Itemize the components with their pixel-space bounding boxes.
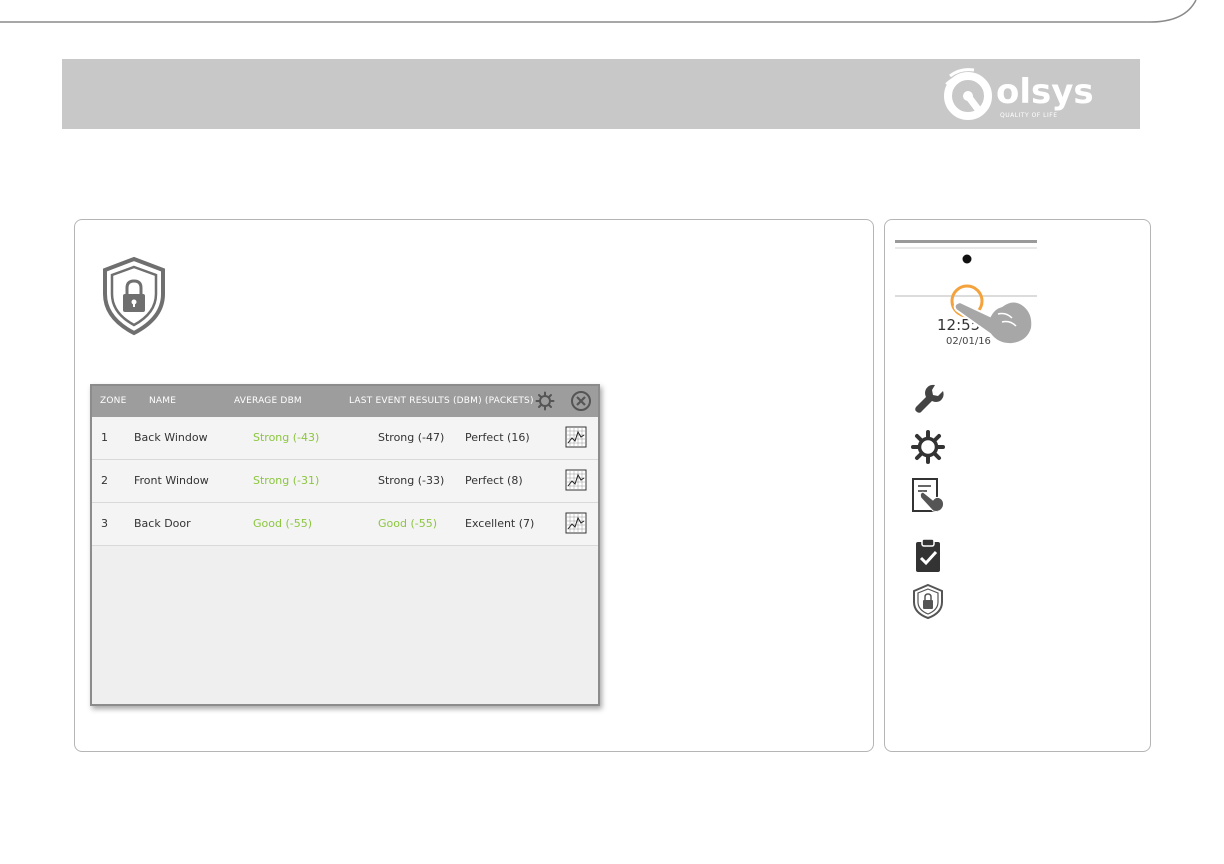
shield-lock-icon [913,583,943,620]
zone-signal-screen: ZONE NAME AVERAGE DBM LAST EVENT RESULTS… [90,384,600,706]
last-event-packets: Excellent (7) [465,517,535,530]
last-event-packets: Perfect (8) [465,474,523,487]
gear-icon [911,430,945,464]
table-header: ZONE NAME AVERAGE DBM LAST EVENT RESULTS… [92,386,598,417]
column-average-dbm: AVERAGE DBM [234,396,302,406]
zone-number: 1 [101,431,108,444]
zone-number: 2 [101,474,108,487]
pointing-hand-icon [953,300,1034,346]
zone-name: Front Window [134,474,209,487]
last-event-packets: Perfect (16) [465,431,530,444]
close-circle-icon[interactable] [570,390,592,412]
column-last-event: LAST EVENT RESULTS (DBM) (PACKETS) [349,396,534,406]
gear-icon[interactable] [535,391,555,411]
touch-test-icon [912,478,945,512]
last-event-dbm: Good (-55) [378,517,438,530]
shield-lock-icon [103,256,165,336]
signal-graph-icon[interactable] [565,426,587,448]
brand-tagline: QUALITY OF LIFE [1000,112,1058,119]
clipboard-check-icon [916,538,940,572]
average-dbm: Strong (-31) [253,474,320,487]
brand-name: olsys [996,72,1094,112]
last-event-dbm: Strong (-33) [378,474,445,487]
average-dbm: Strong (-43) [253,431,320,444]
average-dbm: Good (-55) [253,517,313,530]
wrench-icon [915,384,944,413]
zone-name: Back Door [134,517,191,530]
brand-logo: olsys QUALITY OF LIFE [940,66,1130,124]
last-event-dbm: Strong (-47) [378,431,445,444]
column-zone: ZONE [100,396,127,406]
signal-graph-icon[interactable] [565,469,587,491]
signal-graph-icon[interactable] [565,512,587,534]
table-row[interactable]: 1 Back Window Strong (-43) Strong (-47) … [92,417,598,460]
zone-name: Back Window [134,431,208,444]
zone-number: 3 [101,517,108,530]
table-row[interactable]: 2 Front Window Strong (-31) Strong (-33)… [92,460,598,503]
column-name: NAME [149,396,177,406]
table-row[interactable]: 3 Back Door Good (-55) Good (-55) Excell… [92,503,598,546]
